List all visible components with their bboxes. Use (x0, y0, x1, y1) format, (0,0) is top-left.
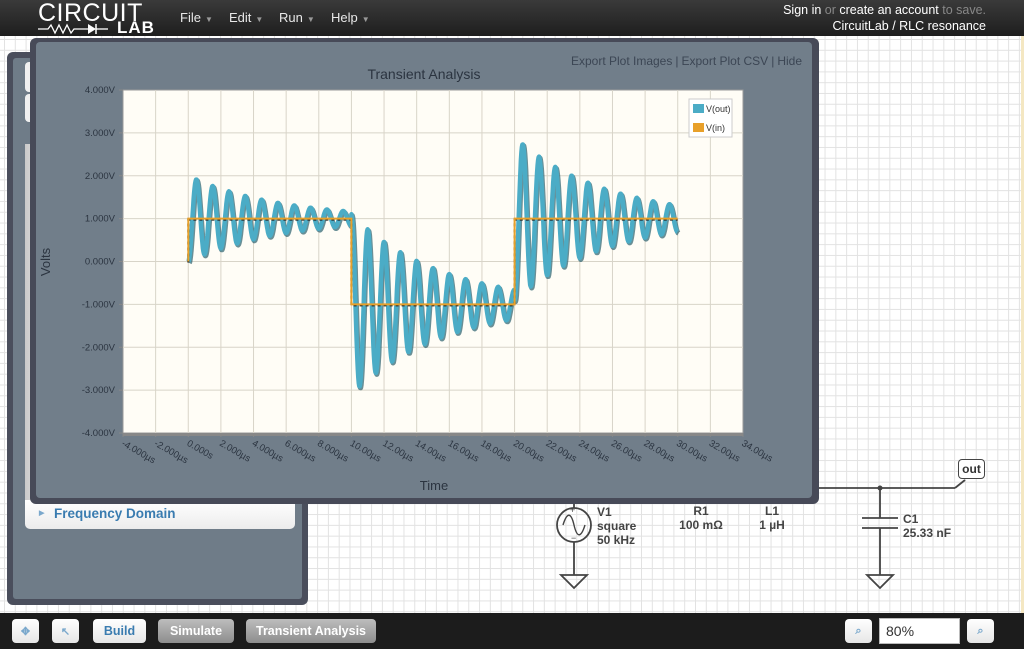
r1-label[interactable]: R1 100 mΩ (678, 504, 724, 532)
junction-dot (877, 485, 883, 491)
move-tool-button[interactable]: ✥ (12, 619, 39, 643)
y-tick-label: 4.000V (85, 85, 116, 96)
x-tick-labels: -4.000µs-2.000µs0.000s 2.000µs4.000µs6.00… (120, 438, 775, 466)
c1-label[interactable]: C1 25.33 nF (903, 512, 951, 540)
l1-label[interactable]: L1 1 µH (758, 504, 786, 532)
move-icon: ✥ (20, 625, 31, 638)
x-tick-label: 12.00µs (381, 438, 416, 465)
r1-name: R1 (693, 504, 709, 518)
wire-out-tag (954, 479, 966, 489)
y-tick-label: -4.000V (82, 428, 116, 439)
y-tick-label: -1.000V (82, 299, 116, 310)
v1-frequency: 50 kHz (597, 533, 636, 547)
v1-name: V1 (597, 505, 612, 519)
x-tick-label: 26.00µs (609, 438, 644, 465)
sine-icon (562, 514, 586, 536)
x-tick-label: 18.00µs (478, 438, 513, 465)
out-node-label[interactable]: out (958, 459, 985, 479)
zoom-out-button[interactable]: ⌕ (845, 619, 872, 643)
expand-arrow-icon: ▶ (39, 510, 45, 517)
y-tick-labels: 4.000V 3.000V 2.000V 1.000V 0.000V -1.000V -2.… (82, 85, 116, 439)
plus-icon: + (570, 505, 575, 515)
c1-value: 25.33 nF (903, 526, 952, 540)
frequency-domain-section[interactable]: ▶ Frequency Domain (25, 500, 295, 529)
x-tick-label: 8.000µs (315, 438, 350, 465)
x-tick-label: -4.000µs (120, 438, 158, 466)
x-tick-label: 24.00µs (576, 438, 611, 465)
legend-label-vout: V(out) (706, 104, 731, 114)
zoom-level-input[interactable]: 80% (879, 618, 960, 644)
pointer-icon: ↖ (60, 625, 71, 638)
r1-value: 100 mΩ (679, 518, 723, 532)
ground-icon (864, 574, 896, 590)
simulate-button[interactable]: Simulate (158, 619, 234, 643)
zoom-out-icon: ⌕ (855, 624, 862, 637)
pointer-tool-button[interactable]: ↖ (52, 619, 79, 643)
legend-swatch-vin (693, 123, 704, 132)
l1-value: 1 µH (759, 518, 785, 532)
zoom-in-button[interactable]: ⌕ (967, 619, 994, 643)
x-tick-label: 0.000s (185, 438, 215, 462)
x-tick-label: 4.000µs (250, 438, 285, 465)
y-tick-label: -2.000V (82, 342, 116, 353)
minus-icon: − (571, 533, 576, 543)
x-tick-label: 2.000µs (217, 438, 252, 465)
x-tick-label: 10.00µs (348, 438, 383, 465)
x-tick-label: 14.00µs (413, 438, 448, 465)
build-button[interactable]: Build (93, 619, 146, 643)
v1-type: square (597, 519, 637, 533)
l1-name: L1 (764, 504, 779, 518)
y-axis-label: Volts (38, 247, 53, 276)
x-tick-label: 28.00µs (642, 438, 677, 465)
ground-icon (558, 574, 590, 590)
x-tick-label: 16.00µs (446, 438, 481, 465)
y-tick-label: 2.000V (85, 171, 116, 182)
legend-swatch-vout (693, 104, 704, 113)
x-tick-label: 22.00µs (544, 438, 579, 465)
c1-name: C1 (903, 512, 919, 526)
x-tick-label: 34.00µs (740, 438, 775, 465)
y-tick-label: 0.000V (85, 257, 116, 268)
transient-chart[interactable]: 4.000V 3.000V 2.000V 1.000V 0.000V -1.000V -2.… (30, 38, 819, 504)
y-tick-label: 1.000V (85, 214, 116, 225)
legend: V(out) V(in) (688, 98, 733, 138)
legend-label-vin: V(in) (706, 123, 725, 133)
v1-label[interactable]: V1 square 50 kHz (597, 505, 636, 547)
x-axis-label: Time (420, 478, 448, 493)
plot-window: Export Plot Images | Export Plot CSV | Hide … (30, 38, 819, 504)
frequency-domain-label: Frequency Domain (54, 506, 176, 521)
y-tick-label: 3.000V (85, 128, 116, 139)
x-tick-label: 6.000µs (283, 438, 318, 465)
x-tick-label: -2.000µs (152, 438, 190, 466)
y-tick-label: -3.000V (82, 385, 116, 396)
x-axis-bar (123, 433, 743, 436)
zoom-in-icon: ⌕ (977, 624, 984, 637)
x-tick-label: 20.00µs (511, 438, 546, 465)
x-tick-label: 32.00µs (707, 438, 742, 465)
transient-analysis-button[interactable]: Transient Analysis (246, 619, 376, 643)
x-tick-label: 30.00µs (674, 438, 709, 465)
